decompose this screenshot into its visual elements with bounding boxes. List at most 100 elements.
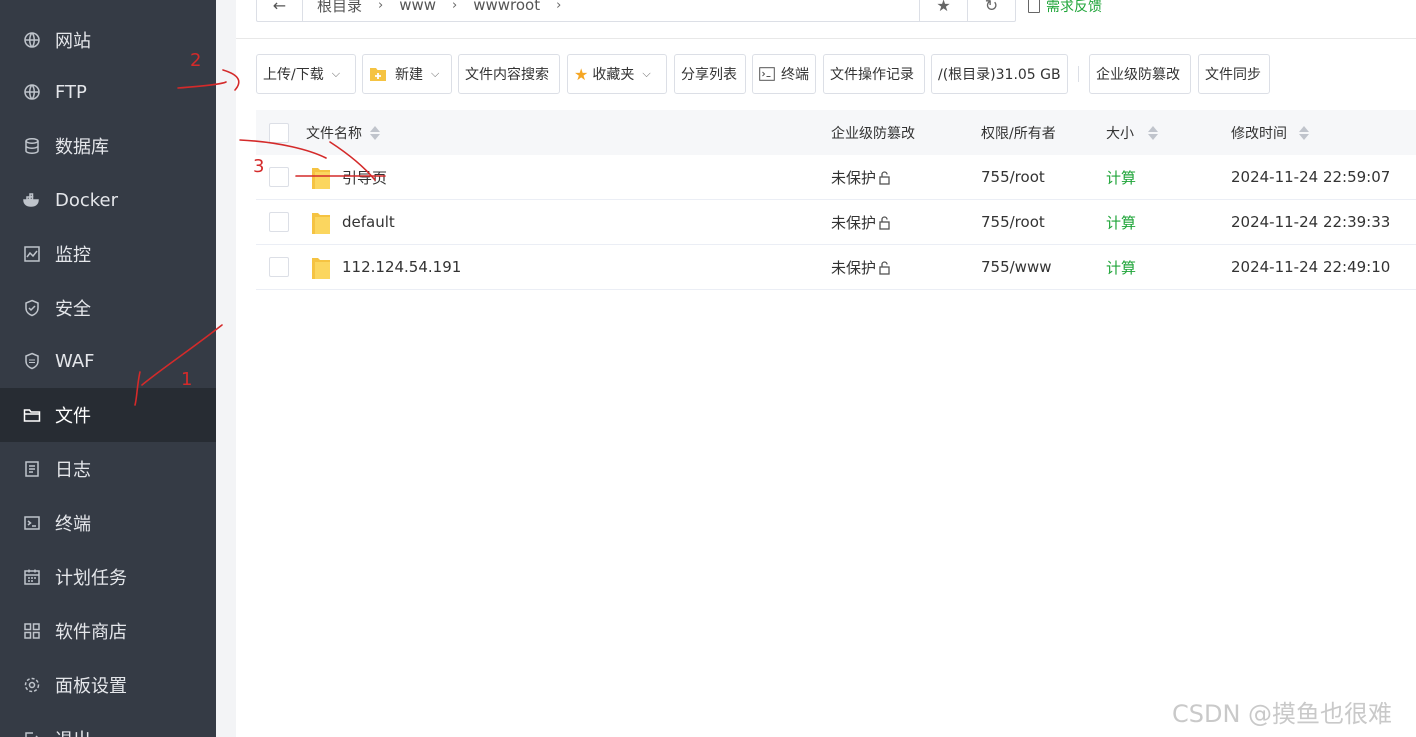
table-row[interactable]: default 未保护 755/root 计算 2024-11-24 22:39… xyxy=(256,200,1416,245)
docker-icon xyxy=(23,191,41,209)
breadcrumb-www[interactable]: www xyxy=(393,0,442,14)
tamper-status-label: 未保护 xyxy=(831,258,877,277)
content-search-button[interactable]: 文件内容搜索 xyxy=(458,54,560,94)
column-size[interactable]: 大小 xyxy=(1106,110,1158,155)
sidebar-item-label: 计划任务 xyxy=(55,568,127,589)
chevron-down-icon: ⌵ xyxy=(431,67,440,80)
file-name[interactable]: 引导页 xyxy=(342,155,387,199)
sidebar-item-panel-settings[interactable]: 面板设置 xyxy=(0,658,216,712)
star-icon: ★ xyxy=(574,64,589,84)
sidebar-item-docker[interactable]: Docker xyxy=(0,173,216,227)
sidebar-item-terminal[interactable]: 终端 xyxy=(0,496,216,550)
new-label: 新建 xyxy=(395,67,423,83)
sidebar-item-label: 监控 xyxy=(55,245,91,266)
mtime: 2024-11-24 22:49:10 xyxy=(1231,258,1391,276)
gear-icon xyxy=(23,676,41,694)
sidebar-item-database[interactable]: 数据库 xyxy=(0,119,216,173)
file-name[interactable]: default xyxy=(342,200,395,244)
star-icon[interactable]: ★ xyxy=(919,0,967,21)
calendar-icon xyxy=(23,568,41,586)
breadcrumb-wwwroot[interactable]: wwwroot xyxy=(467,0,546,14)
disk-label: /(根目录)31.05 GB xyxy=(938,67,1061,83)
size-calc-link[interactable]: 计算 xyxy=(1106,155,1136,199)
log-icon xyxy=(23,460,41,478)
sidebar-item-label: 数据库 xyxy=(55,137,109,158)
sidebar-item-logs[interactable]: 日志 xyxy=(0,442,216,496)
new-button[interactable]: 新建 ⌵ xyxy=(362,54,452,94)
file-name[interactable]: 112.124.54.191 xyxy=(342,245,461,289)
sidebar-item-label: 日志 xyxy=(55,460,91,481)
row-checkbox[interactable] xyxy=(269,212,289,232)
sidebar-item-logout[interactable]: 退出 xyxy=(0,712,216,737)
row-checkbox[interactable] xyxy=(269,167,289,187)
new-folder-icon xyxy=(370,68,386,81)
sidebar-item-security[interactable]: 安全 xyxy=(0,281,216,335)
sidebar-item-website[interactable]: 网站 xyxy=(0,13,216,67)
tamper-status[interactable]: 未保护 xyxy=(831,245,890,289)
size-calc-link[interactable]: 计算 xyxy=(1106,245,1136,289)
select-all-checkbox[interactable] xyxy=(269,123,289,143)
sidebar-item-ftp[interactable]: FTP xyxy=(0,65,216,119)
column-name[interactable]: 文件名称 xyxy=(306,110,380,155)
table-row[interactable]: 112.124.54.191 未保护 755/www 计算 2024-11-24… xyxy=(256,245,1416,290)
breadcrumb-root[interactable]: 根目录 xyxy=(311,0,368,16)
sidebar-item-app-store[interactable]: 软件商店 xyxy=(0,604,216,658)
chevron-right-icon: › xyxy=(452,0,458,13)
tamper-status[interactable]: 未保护 xyxy=(831,155,890,199)
feedback-link[interactable]: 需求反馈 xyxy=(1028,0,1102,16)
column-tamper-label: 企业级防篡改 xyxy=(831,125,915,142)
sidebar-item-label: 网站 xyxy=(55,31,91,52)
sidebar-item-label: 安全 xyxy=(55,299,91,320)
operation-log-button[interactable]: 文件操作记录 xyxy=(823,54,925,94)
permission[interactable]: 755/root xyxy=(981,200,1045,244)
mtime: 2024-11-24 22:59:07 xyxy=(1231,168,1391,186)
row-checkbox[interactable] xyxy=(269,257,289,277)
path-bar: ← 根目录 › www › wwwroot › ★ ↻ xyxy=(256,0,1016,22)
tamper-protect-label: 企业级防篡改 xyxy=(1096,67,1180,83)
database-icon xyxy=(23,137,41,155)
tamper-status-label: 未保护 xyxy=(831,168,877,187)
sidebar-item-label: 软件商店 xyxy=(55,622,127,643)
column-permission: 权限/所有者 xyxy=(981,110,1056,155)
tamper-protect-button[interactable]: 企业级防篡改 xyxy=(1089,54,1191,94)
terminal-label: 终端 xyxy=(781,67,809,83)
sidebar-item-files[interactable]: 文件 xyxy=(0,388,216,442)
permission[interactable]: 755/www xyxy=(981,245,1052,289)
layout-gutter xyxy=(216,0,236,737)
share-list-button[interactable]: 分享列表 xyxy=(674,54,746,94)
sidebar-item-monitor[interactable]: 监控 xyxy=(0,227,216,281)
sidebar: 网站 FTP 数据库 Docker 监控 安全 WAF 文件 日志 终端 计划任… xyxy=(0,0,216,737)
column-mtime[interactable]: 修改时间 xyxy=(1231,110,1309,155)
table-header: 文件名称 企业级防篡改 权限/所有者 大小 修改时间 xyxy=(256,110,1416,155)
breadcrumb: 根目录 › www › wwwroot › xyxy=(303,0,919,21)
waf-shield-icon xyxy=(23,352,41,370)
favorites-label: 收藏夹 xyxy=(592,67,635,83)
refresh-icon[interactable]: ↻ xyxy=(967,0,1015,21)
table-row[interactable]: 引导页 未保护 755/root 计算 2024-11-24 22:59:07 xyxy=(256,155,1416,200)
size-calc-link[interactable]: 计算 xyxy=(1106,200,1136,244)
grid-icon xyxy=(23,622,41,640)
disk-button[interactable]: /(根目录)31.05 GB xyxy=(931,54,1068,94)
upload-download-label: 上传/下载 xyxy=(263,67,324,83)
tamper-status-label: 未保护 xyxy=(831,213,877,232)
favorites-button[interactable]: ★ 收藏夹 ⌵ xyxy=(567,54,667,94)
share-list-label: 分享列表 xyxy=(681,67,737,83)
unlock-icon xyxy=(878,216,890,230)
upload-download-button[interactable]: 上传/下载 ⌵ xyxy=(256,54,356,94)
sidebar-item-label: FTP xyxy=(55,81,87,103)
chevron-right-icon: › xyxy=(378,0,384,13)
toolbar-separator xyxy=(1078,66,1079,82)
terminal-icon xyxy=(759,67,775,81)
terminal-button[interactable]: 终端 xyxy=(752,54,816,94)
sort-icon xyxy=(1148,125,1158,140)
unlock-icon xyxy=(878,171,890,185)
chevron-right-icon: › xyxy=(556,0,562,13)
feedback-label: 需求反馈 xyxy=(1046,0,1102,15)
sidebar-item-cron[interactable]: 计划任务 xyxy=(0,550,216,604)
tamper-status[interactable]: 未保护 xyxy=(831,200,890,244)
back-arrow-icon[interactable]: ← xyxy=(257,0,303,21)
sidebar-item-waf[interactable]: WAF xyxy=(0,334,216,388)
permission[interactable]: 755/root xyxy=(981,155,1045,199)
folder-icon xyxy=(312,258,330,279)
file-sync-button[interactable]: 文件同步 xyxy=(1198,54,1270,94)
